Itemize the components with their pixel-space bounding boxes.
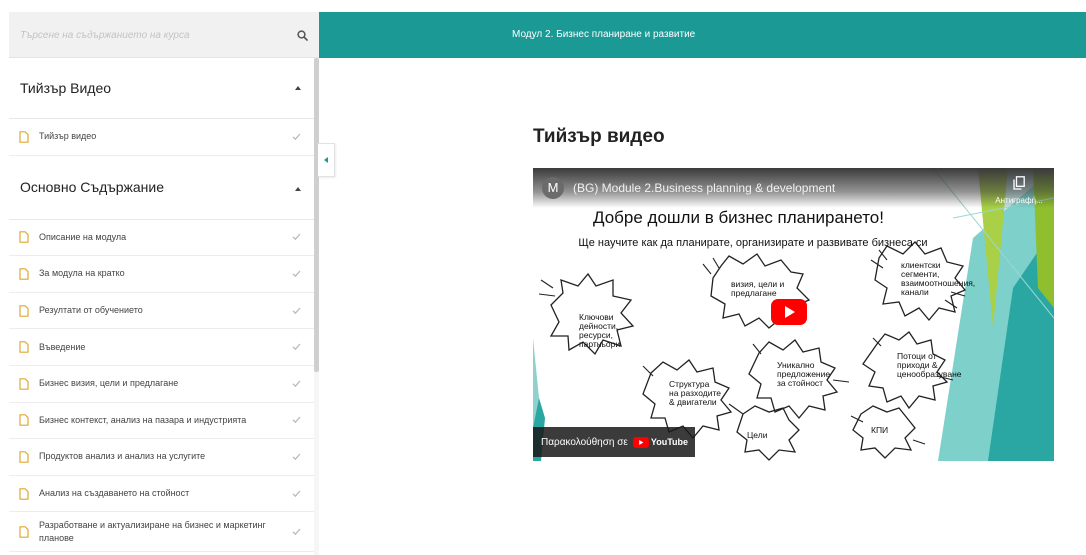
sidebar-content: Тийзър Видео Тийзър видео Основно Съдърж… bbox=[9, 58, 319, 555]
lesson-label: Описание на модула bbox=[39, 231, 127, 242]
burst-label: Уникално предложение за стойност bbox=[777, 360, 831, 388]
lesson-item[interactable]: Тийзър видео bbox=[9, 119, 319, 156]
lesson-label: Въведение bbox=[39, 341, 86, 352]
document-icon bbox=[19, 377, 29, 390]
burst-label: Цели bbox=[747, 430, 768, 440]
document-icon bbox=[19, 231, 29, 244]
burst-label: клиентски сегменти, взаимоотношения, кан… bbox=[901, 260, 976, 297]
lesson-item[interactable]: Бизнес контекст, анализ на пазара и инду… bbox=[9, 403, 319, 440]
lesson-label: Резултати от обучението bbox=[39, 305, 143, 316]
document-icon bbox=[19, 451, 29, 463]
slide-heading: Добре дошли в бизнес планирането! bbox=[593, 208, 884, 227]
document-icon bbox=[19, 414, 29, 427]
section-title: Основно Съдържание bbox=[20, 179, 164, 196]
lesson-item[interactable]: За модула на кратко bbox=[9, 256, 319, 293]
lesson-label: Продуктов анализ и анализ на услугите bbox=[39, 451, 206, 462]
checkmark-icon bbox=[292, 343, 301, 351]
document-icon bbox=[19, 526, 29, 538]
document-icon bbox=[19, 487, 29, 500]
page-title: Тийзър видео bbox=[533, 126, 665, 147]
checkmark-icon bbox=[292, 528, 301, 535]
lesson-item[interactable]: Бизнес визия, цели и предлагане bbox=[9, 366, 319, 403]
play-button[interactable] bbox=[771, 299, 807, 325]
search-button[interactable] bbox=[291, 24, 313, 46]
burst-label: Потоци от приходи & ценообразуване bbox=[897, 351, 962, 379]
slide-subheading: Ще научите как да планирате, организират… bbox=[578, 237, 928, 249]
checkmark-icon bbox=[292, 416, 301, 424]
lesson-label: Анализ на създаването на стойност bbox=[39, 488, 190, 499]
lesson-label: За модула на кратко bbox=[39, 268, 125, 279]
section-title: Тийзър Видео bbox=[20, 80, 112, 96]
document-icon bbox=[19, 341, 29, 353]
burst-label: КПИ bbox=[871, 425, 889, 435]
video-title[interactable]: (BG) Module 2.Business planning & develo… bbox=[573, 181, 835, 195]
checkmark-icon bbox=[292, 380, 301, 387]
checkmark-icon bbox=[292, 490, 301, 497]
top-bar: Модул 2. Бизнес планиране и развитие bbox=[319, 12, 1086, 58]
search-icon bbox=[296, 29, 308, 41]
section-header-main-content[interactable]: Основно Съдържание bbox=[9, 156, 319, 220]
search-input[interactable] bbox=[9, 12, 279, 58]
watch-on-youtube-button[interactable]: Παρακολούθηση σε YouTube bbox=[533, 427, 695, 457]
checkmark-icon bbox=[292, 307, 301, 314]
burst-label: визия, цели и предлагане bbox=[731, 279, 785, 298]
copy-label: Антиграфή... bbox=[995, 196, 1043, 205]
burst-label: Ключови дейности, ресурси, партньори bbox=[579, 312, 621, 349]
youtube-icon bbox=[632, 436, 649, 448]
lesson-item[interactable]: Анализ на създаването на стойност bbox=[9, 476, 319, 513]
chevron-up-icon bbox=[295, 186, 301, 191]
lesson-item[interactable]: Разработване и актуализиране на бизнес и… bbox=[9, 512, 319, 553]
caret-left-icon bbox=[324, 157, 328, 163]
youtube-logo: YouTube bbox=[632, 436, 689, 448]
course-sidebar: Тийзър Видео Тийзър видео Основно Съдърж… bbox=[9, 12, 319, 555]
copy-link-button[interactable]: Антиграфή... bbox=[989, 174, 1049, 208]
lesson-label: Бизнес контекст, анализ на пазара и инду… bbox=[39, 414, 247, 425]
checkmark-icon bbox=[292, 233, 301, 241]
lesson-label: Тийзър видео bbox=[39, 131, 97, 142]
lesson-label: Бизнес визия, цели и предлагане bbox=[39, 378, 179, 389]
checkmark-icon bbox=[292, 453, 301, 461]
checkmark-icon bbox=[292, 133, 301, 140]
youtube-wordmark: YouTube bbox=[650, 437, 689, 447]
search-bar bbox=[9, 12, 319, 58]
document-icon bbox=[19, 130, 29, 143]
lesson-item[interactable]: Описание на модула bbox=[9, 220, 319, 257]
chevron-up-icon bbox=[295, 86, 301, 90]
burst-label: Структура на разходите & двигатели bbox=[669, 379, 721, 407]
lesson-item[interactable]: Резултати от обучението bbox=[9, 293, 319, 330]
sidebar-scrollbar-thumb[interactable] bbox=[314, 58, 319, 372]
document-icon bbox=[19, 304, 29, 317]
document-icon bbox=[19, 268, 29, 280]
lesson-item[interactable]: Въведение bbox=[9, 329, 319, 366]
collapse-sidebar-button[interactable] bbox=[318, 143, 335, 177]
copy-icon bbox=[1013, 176, 1025, 190]
watch-on-label: Παρακολούθηση σε bbox=[541, 436, 628, 448]
lesson-item[interactable]: Продуктов анализ и анализ на услугите bbox=[9, 439, 319, 476]
channel-avatar[interactable]: M bbox=[542, 177, 564, 199]
section-header-teaser[interactable]: Тийзър Видео bbox=[9, 58, 319, 119]
lesson-label: Разработване и актуализиране на бизнес и… bbox=[39, 519, 266, 543]
module-breadcrumb: Модул 2. Бизнес планиране и развитие bbox=[512, 29, 696, 40]
checkmark-icon bbox=[292, 270, 301, 278]
video-player[interactable]: M (BG) Module 2.Business planning & deve… bbox=[533, 168, 1054, 461]
